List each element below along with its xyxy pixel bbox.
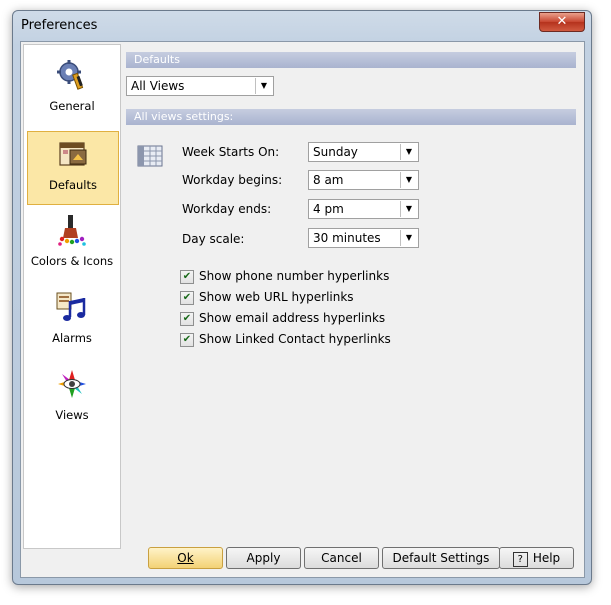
- gears-icon: [57, 60, 84, 90]
- cancel-button-label: Cancel: [321, 551, 362, 565]
- checkbox-label: Show email address hyperlinks: [199, 311, 386, 325]
- workday-ends-label: Workday ends:: [182, 202, 272, 216]
- day-scale-label: Day scale:: [182, 232, 245, 246]
- week-starts-label: Week Starts On:: [182, 145, 280, 159]
- checkbox-check-icon[interactable]: ✔: [180, 291, 194, 305]
- view-select-value: All Views: [131, 79, 185, 93]
- sidebar-item-general[interactable]: General: [27, 53, 117, 125]
- view-select[interactable]: All Views ▼: [126, 76, 274, 96]
- workday-begins-label: Workday begins:: [182, 173, 283, 187]
- workday-ends-value: 4 pm: [313, 202, 344, 216]
- ok-button[interactable]: Ok: [148, 547, 223, 569]
- preferences-window: Preferences ✕ General Defaults Colors & …: [12, 10, 592, 585]
- day-scale-value: 30 minutes: [313, 231, 381, 245]
- dialog-client-area: General Defaults Colors & Icons Alarms V…: [20, 41, 585, 578]
- chevron-down-icon[interactable]: ▼: [400, 172, 417, 188]
- apply-button[interactable]: Apply: [226, 547, 301, 569]
- help-button[interactable]: ? Help: [499, 547, 574, 569]
- sidebar-item-label: Defaults: [48, 178, 97, 192]
- default-settings-button[interactable]: Default Settings: [382, 547, 500, 569]
- help-icon: ?: [512, 552, 528, 567]
- title-bar[interactable]: Preferences ✕: [13, 11, 591, 41]
- all-views-settings-header: All views settings:: [126, 109, 576, 125]
- ok-button-label: Ok: [177, 551, 194, 565]
- chevron-down-icon[interactable]: ▼: [400, 201, 417, 217]
- help-button-label: Help: [532, 551, 561, 565]
- defaults-header: Defaults: [126, 52, 576, 68]
- sidebar-item-label: Alarms: [52, 331, 92, 345]
- workday-begins-value: 8 am: [313, 173, 344, 187]
- eye-icon: [58, 370, 86, 398]
- music-note-icon: [56, 292, 86, 321]
- close-button[interactable]: ✕: [539, 12, 585, 32]
- sidebar-item-alarms[interactable]: Alarms: [27, 285, 117, 357]
- apply-button-label: Apply: [246, 551, 281, 565]
- checkbox-label: Show web URL hyperlinks: [199, 290, 354, 304]
- sidebar-item-views[interactable]: Views: [27, 362, 117, 434]
- workday-ends-select[interactable]: 4 pm ▼: [308, 199, 419, 219]
- day-scale-select[interactable]: 30 minutes ▼: [308, 228, 419, 248]
- window-title: Preferences: [21, 18, 98, 33]
- calendar-grid-icon: [137, 145, 163, 167]
- sidebar-item-colors-icons[interactable]: Colors & Icons: [27, 208, 117, 280]
- sidebar-item-label: General: [49, 99, 95, 113]
- sidebar-item-defaults[interactable]: Defaults: [27, 131, 119, 205]
- category-sidebar: General Defaults Colors & Icons Alarms V…: [23, 44, 121, 549]
- cancel-button[interactable]: Cancel: [304, 547, 379, 569]
- sidebar-item-label: Colors & Icons: [30, 254, 114, 268]
- chevron-down-icon[interactable]: ▼: [255, 78, 272, 94]
- week-starts-value: Sunday: [313, 145, 358, 159]
- sidebar-item-label: Views: [55, 408, 89, 422]
- week-starts-select[interactable]: Sunday ▼: [308, 142, 419, 162]
- paint-brush-icon: [58, 215, 86, 246]
- checkbox-label: Show Linked Contact hyperlinks: [199, 332, 391, 346]
- chevron-down-icon[interactable]: ▼: [400, 144, 417, 160]
- calendar-defaults-icon: [59, 142, 87, 166]
- checkbox-check-icon[interactable]: ✔: [180, 333, 194, 347]
- default-settings-button-label: Default Settings: [392, 551, 490, 565]
- workday-begins-select[interactable]: 8 am ▼: [308, 170, 419, 190]
- checkbox-label: Show phone number hyperlinks: [199, 269, 390, 283]
- chevron-down-icon[interactable]: ▼: [400, 230, 417, 246]
- checkbox-check-icon[interactable]: ✔: [180, 270, 194, 284]
- checkbox-check-icon[interactable]: ✔: [180, 312, 194, 326]
